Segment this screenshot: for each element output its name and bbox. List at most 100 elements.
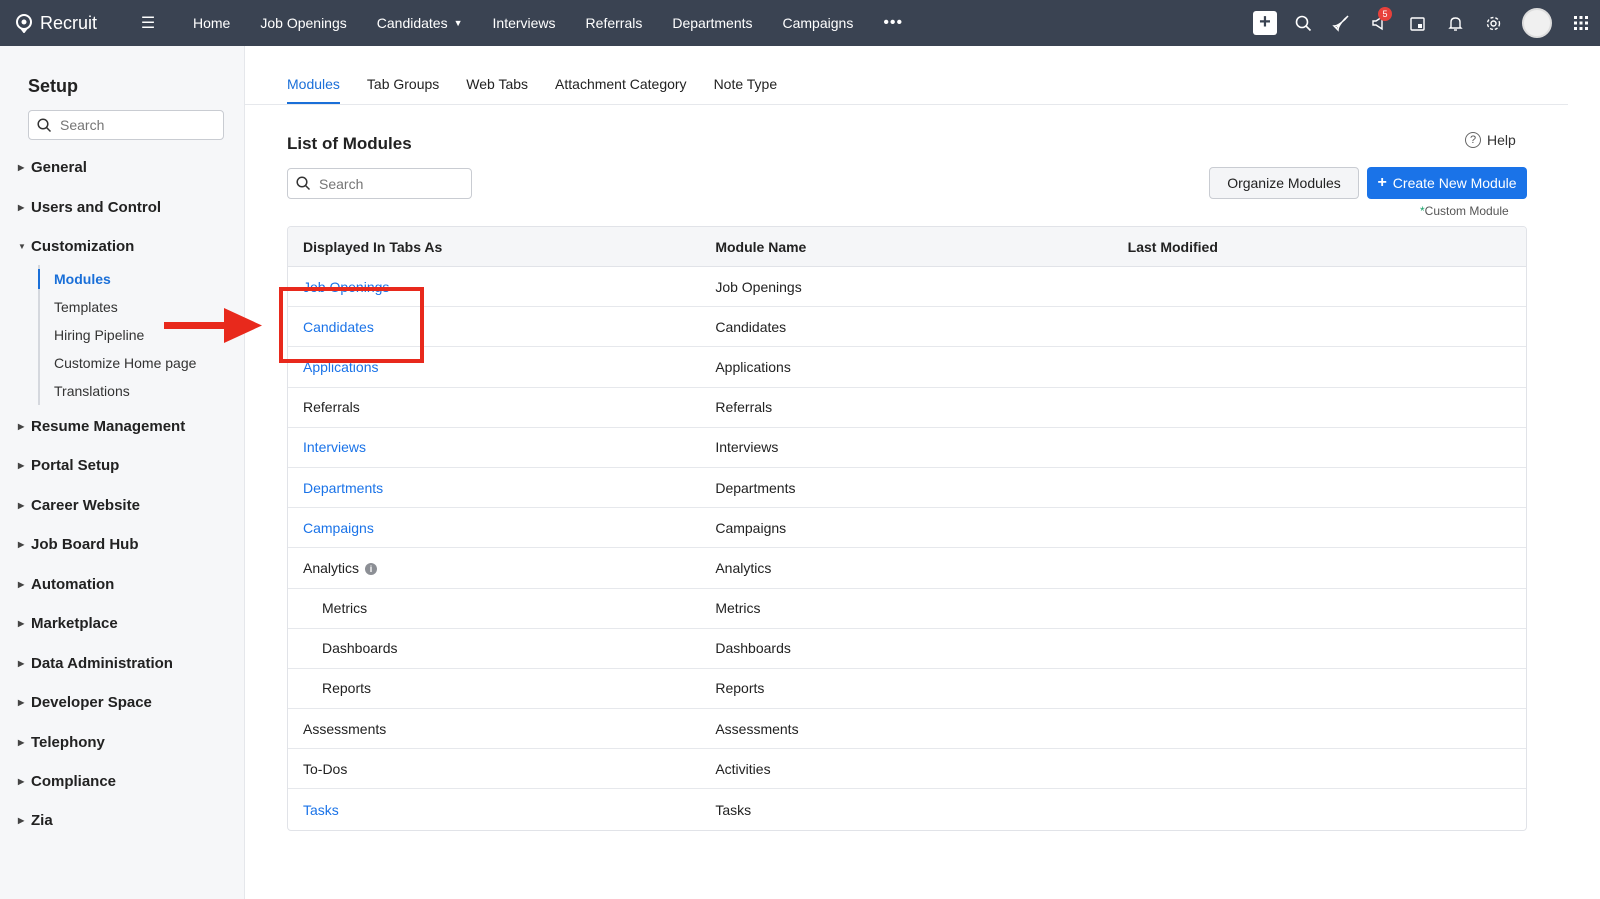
sidebar-item-data-administration[interactable]: ▶ Data Administration [18, 655, 173, 672]
module-search[interactable] [287, 168, 472, 199]
info-icon[interactable]: i [365, 563, 378, 576]
sidebar-item-zia[interactable]: ▶ Zia [18, 812, 53, 829]
calendar-button[interactable] [1398, 0, 1436, 46]
tab-name-cell: Metrics [288, 600, 700, 616]
nav-job-openings[interactable]: Job Openings [245, 0, 361, 46]
recruit-logo-icon [16, 14, 32, 33]
brand-logo[interactable]: Recruit [14, 13, 122, 34]
sidebar-title: Setup [28, 76, 79, 96]
table-row: Analytics i Analytics [288, 548, 1526, 589]
bell-icon [1447, 16, 1463, 31]
sidebar-item-modules[interactable]: Modules [37, 265, 196, 293]
module-tab-label: Reports [322, 680, 372, 697]
user-avatar[interactable] [1522, 8, 1552, 38]
help-link[interactable]: ? Help [1465, 132, 1516, 148]
create-new-module-button[interactable]: + Create New Module [1367, 167, 1527, 199]
sidebar-item-automation[interactable]: ▶ Automation [18, 576, 114, 593]
caret-right-icon: ▶ [18, 540, 25, 549]
organize-modules-button[interactable]: Organize Modules [1209, 167, 1359, 199]
sidebar-item-developer-space[interactable]: ▶ Developer Space [18, 694, 152, 711]
caret-right-icon: ▶ [18, 698, 25, 707]
caret-down-icon: ▼ [18, 242, 26, 251]
top-actions: + 5 [1246, 0, 1600, 46]
sidebar-item-marketplace[interactable]: ▶ Marketplace [18, 615, 118, 632]
tab-tab-groups[interactable]: Tab Groups [367, 76, 439, 104]
sidebar-item-portal-setup[interactable]: ▶ Portal Setup [18, 457, 119, 474]
tab-web-tabs[interactable]: Web Tabs [466, 76, 528, 104]
table-row: Departments Departments [288, 468, 1526, 509]
custom-module-label: Custom Module [1424, 204, 1509, 218]
chevron-down-icon: ▼ [453, 18, 463, 28]
sidebar-item-users-and-control[interactable]: ▶ Users and Control [18, 199, 161, 216]
module-tab-label: Analytics [303, 559, 360, 576]
brand-name: Recruit [40, 12, 98, 33]
table-row: Applications Applications [288, 347, 1526, 388]
sidebar-item-label: Developer Space [31, 694, 152, 711]
menu-icon[interactable]: ☰ [136, 13, 160, 33]
module-name-cell: Campaigns [715, 519, 787, 536]
sidebar-search[interactable] [28, 110, 224, 140]
module-tab-link[interactable]: Campaigns [303, 520, 374, 536]
caret-right-icon: ▶ [18, 163, 25, 172]
table-row: To-Dos Activities [288, 749, 1526, 790]
sidebar-item-label: Resume Management [31, 418, 186, 435]
getting-started-button[interactable] [1322, 0, 1360, 46]
tab-modules[interactable]: Modules [287, 76, 340, 104]
sidebar-item-job-board-hub[interactable]: ▶ Job Board Hub [18, 536, 139, 553]
module-name-cell: Departments [715, 479, 796, 496]
module-search-input[interactable] [319, 175, 459, 192]
column-header-displayed-in-tabs: Displayed In Tabs As [303, 238, 443, 255]
module-name-cell: Metrics [715, 600, 761, 617]
sidebar-item-resume-management[interactable]: ▶ Resume Management [18, 418, 185, 435]
sidebar-item-customization[interactable]: ▼ Customization [18, 238, 134, 255]
module-tab-link[interactable]: Interviews [303, 439, 366, 455]
annotation-arrow-icon [164, 308, 262, 343]
modules-table: Displayed In Tabs As Module Name Last Mo… [287, 226, 1527, 831]
module-tab-link[interactable]: Departments [303, 480, 383, 496]
sidebar-item-telephony[interactable]: ▶ Telephony [18, 734, 105, 751]
primary-nav: Home Job Openings Candidates ▼ Interviews… [178, 0, 918, 46]
sidebar-item-customize-home-page[interactable]: Customize Home page [40, 349, 196, 377]
sidebar-item-general[interactable]: ▶ General [18, 159, 87, 176]
module-name-cell: Reports [715, 680, 765, 697]
grid-icon [1574, 16, 1588, 30]
annotation-highlight-box [279, 287, 424, 363]
caret-right-icon: ▶ [18, 422, 25, 431]
sidebar-item-translations[interactable]: Translations [40, 377, 196, 405]
top-navigation-bar: Recruit ☰ Home Job Openings Candidates ▼ … [0, 0, 1600, 46]
quick-create-button[interactable]: + [1246, 0, 1284, 46]
nav-campaigns[interactable]: Campaigns [768, 0, 869, 46]
column-header-last-modified[interactable]: Last Modified [1113, 239, 1526, 255]
nav-home[interactable]: Home [178, 0, 245, 46]
sidebar-item-label: Zia [31, 812, 53, 829]
tab-name-cell: Tasks [288, 802, 700, 818]
module-tab-link[interactable]: Tasks [303, 802, 339, 818]
module-tab-label: Metrics [322, 600, 368, 617]
sidebar-item-label: Telephony [31, 734, 105, 751]
more-options-icon[interactable]: ••• [868, 14, 918, 32]
settings-button[interactable] [1474, 0, 1512, 46]
tab-name-cell: To-Dos [288, 761, 700, 777]
caret-right-icon: ▶ [18, 461, 25, 470]
caret-right-icon: ▶ [18, 501, 25, 510]
nav-interviews[interactable]: Interviews [478, 0, 571, 46]
table-row: Campaigns Campaigns [288, 508, 1526, 549]
caret-right-icon: ▶ [18, 738, 25, 747]
search-icon [1295, 15, 1311, 31]
sidebar-item-label: Marketplace [31, 615, 118, 632]
nav-referrals[interactable]: Referrals [571, 0, 658, 46]
tab-attachment-category[interactable]: Attachment Category [555, 76, 687, 104]
sidebar-item-career-website[interactable]: ▶ Career Website [18, 497, 140, 514]
apps-button[interactable] [1562, 0, 1600, 46]
announcements-button[interactable]: 5 [1360, 0, 1398, 46]
table-row: Tasks Tasks [288, 789, 1526, 829]
sidebar-item-compliance[interactable]: ▶ Compliance [18, 773, 116, 790]
global-search-button[interactable] [1284, 0, 1322, 46]
nav-candidates[interactable]: Candidates ▼ [362, 0, 478, 46]
nav-departments[interactable]: Departments [657, 0, 767, 46]
tab-note-type[interactable]: Note Type [714, 76, 778, 104]
caret-right-icon: ▶ [18, 659, 25, 668]
module-tabs: Modules Tab Groups Web Tabs Attachment C… [287, 46, 804, 104]
notifications-button[interactable] [1436, 0, 1474, 46]
sidebar-search-input[interactable] [60, 117, 210, 133]
